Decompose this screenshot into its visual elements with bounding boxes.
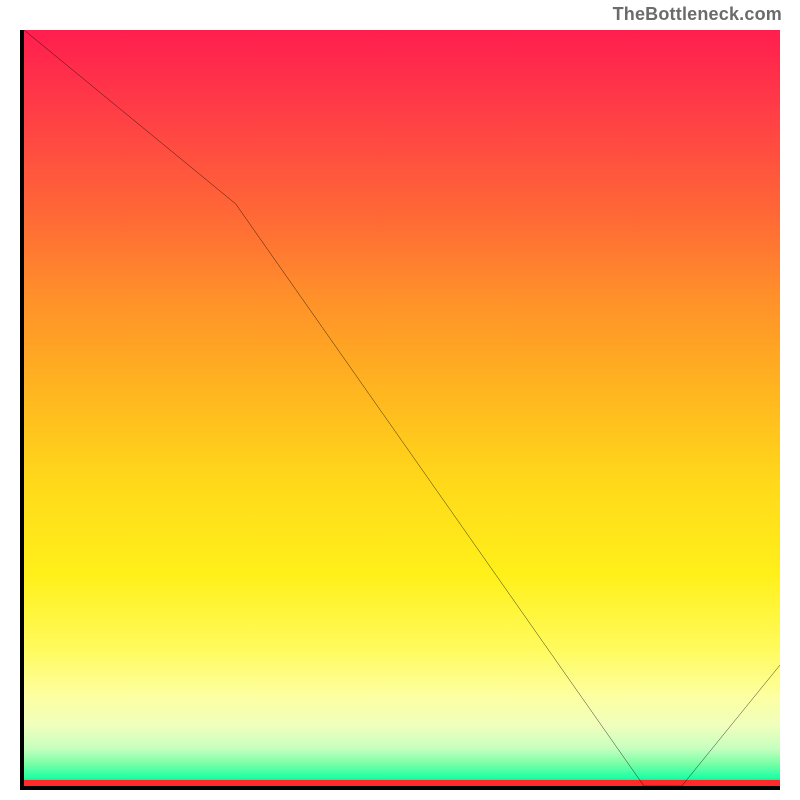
plot-area [20,30,780,790]
chart-container: TheBottleneck.com [0,0,800,800]
attribution-text: TheBottleneck.com [613,4,782,25]
data-line [24,30,780,786]
